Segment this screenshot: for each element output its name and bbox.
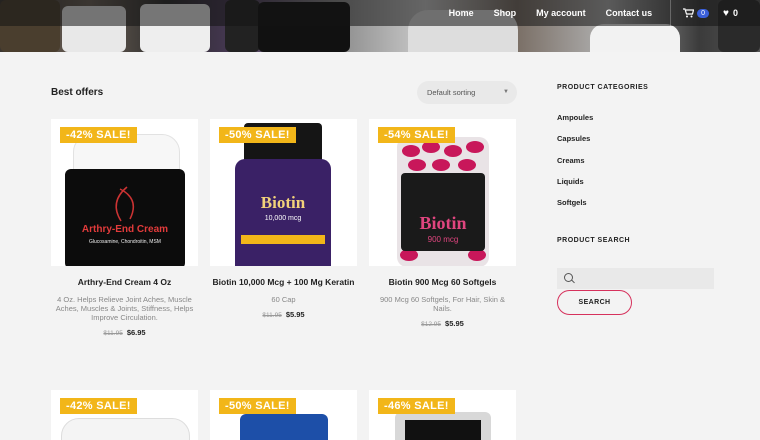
softgel-bottle: Biotin 900 mcg — [397, 137, 489, 266]
product-card[interactable]: Biotin 10,000 mcg -50% SALE! Biotin 10,0… — [210, 119, 357, 319]
product-image[interactable]: Biotin 10,000 mcg -50% SALE! — [210, 119, 357, 266]
sale-badge: -50% SALE! — [219, 398, 296, 414]
category-link-creams[interactable]: Creams — [557, 156, 585, 165]
product-description: 60 Cap — [271, 295, 296, 304]
cart-count-badge: 0 — [697, 8, 710, 18]
cart-icon — [683, 8, 695, 18]
product-name[interactable]: Arthry-End Cream 4 Oz — [51, 277, 198, 287]
cart-button[interactable]: 0 — [683, 8, 710, 18]
header-banner: Home Shop My account Contact us 0 ♥ 0 — [0, 0, 760, 52]
product-card[interactable]: -42% SALE! — [51, 390, 198, 440]
nav-home[interactable]: Home — [449, 8, 474, 18]
sale-badge: -46% SALE! — [378, 398, 455, 414]
search-input[interactable] — [557, 268, 714, 289]
product-name[interactable]: Biotin 900 Mcg 60 Softgels — [369, 277, 516, 287]
category-link-ampoules[interactable]: Ampoules — [557, 113, 593, 122]
product-image[interactable]: -42% SALE! — [51, 390, 198, 440]
bottle-label-subtitle: 900 mcg — [427, 235, 459, 244]
bottle-label: Biotin 10,000 mcg — [235, 159, 331, 266]
product-description: 900 Mcg 60 Softgels, For Hair, Skin & Na… — [379, 295, 506, 313]
product-card[interactable]: Arthry-End Cream Glucosamine, Chondroiti… — [51, 119, 198, 337]
sale-price: $5.95 — [445, 319, 464, 328]
product-image[interactable]: Arthry-End Cream Glucosamine, Chondroiti… — [51, 119, 198, 266]
product-image[interactable]: -46% SALE! — [369, 390, 516, 440]
bottle-label-title: Biotin — [260, 193, 306, 212]
product-image[interactable]: Biotin 900 mcg -54% SALE! — [369, 119, 516, 266]
sort-select[interactable]: Default sorting ▼ — [417, 81, 517, 104]
product-price: $11.95 $6.95 — [51, 328, 198, 337]
category-link-capsules[interactable]: Capsules — [557, 134, 590, 143]
wishlist-count: 0 — [732, 8, 738, 18]
main-nav: Home Shop My account Contact us 0 ♥ 0 — [429, 0, 760, 26]
product-image[interactable]: -50% SALE! — [210, 390, 357, 440]
product-description: 4 Oz. Helps Relieve Joint Aches, Muscle … — [55, 295, 194, 322]
old-price: $11.95 — [262, 312, 282, 319]
old-price: $12.95 — [421, 321, 442, 328]
bottle-label-band — [241, 235, 325, 244]
nav-divider — [670, 0, 672, 26]
bottle-cap — [240, 414, 328, 440]
category-link-liquids[interactable]: Liquids — [557, 177, 584, 186]
jar-lid — [61, 418, 190, 440]
product-card[interactable]: -50% SALE! — [210, 390, 357, 440]
chevron-down-icon: ▼ — [503, 89, 509, 95]
heart-icon: ♥ — [723, 7, 729, 19]
sale-badge: -42% SALE! — [60, 398, 137, 414]
search-icon — [564, 273, 573, 282]
softgels-graphic — [400, 141, 486, 261]
page-title: Best offers — [51, 87, 104, 98]
product-card[interactable]: -46% SALE! — [369, 390, 516, 440]
banner-product-image — [590, 24, 680, 52]
sale-price: $5.95 — [285, 310, 305, 319]
wishlist-button[interactable]: ♥ 0 — [723, 8, 738, 19]
brand-logo-icon — [115, 186, 135, 222]
sale-price: $6.95 — [126, 328, 146, 337]
product-price: $12.95 $5.95 — [369, 319, 516, 328]
search-button[interactable]: SEARCH — [557, 290, 632, 315]
sale-badge: -50% SALE! — [219, 127, 296, 143]
product-price: $11.95 $5.95 — [210, 310, 357, 319]
category-link-softgels[interactable]: Softgels — [557, 198, 587, 207]
nav-my-account[interactable]: My account — [536, 8, 586, 18]
categories-heading: PRODUCT CATEGORIES — [557, 84, 649, 91]
bottle-label-title: Biotin — [419, 213, 467, 233]
product-name[interactable]: Biotin 10,000 Mcg + 100 Mg Keratin — [210, 277, 357, 287]
bottle-label — [405, 420, 481, 440]
jar-label-title: Arthry-End Cream — [81, 224, 169, 235]
sort-select-value: Default sorting — [427, 88, 476, 97]
jar-label-subtitle: Glucosamine, Chondroitin, MSM — [89, 239, 161, 245]
jar-label: Arthry-End Cream Glucosamine, Chondroiti… — [65, 169, 185, 266]
bottle-label-subtitle: 10,000 mcg — [264, 215, 302, 222]
old-price: $11.95 — [103, 330, 123, 337]
product-card[interactable]: Biotin 900 mcg -54% SALE! Biotin 900 Mcg… — [369, 119, 516, 328]
nav-shop[interactable]: Shop — [494, 8, 517, 18]
nav-contact-us[interactable]: Contact us — [606, 8, 653, 18]
search-heading: PRODUCT SEARCH — [557, 237, 631, 244]
sale-badge: -54% SALE! — [378, 127, 455, 143]
sale-badge: -42% SALE! — [60, 127, 137, 143]
